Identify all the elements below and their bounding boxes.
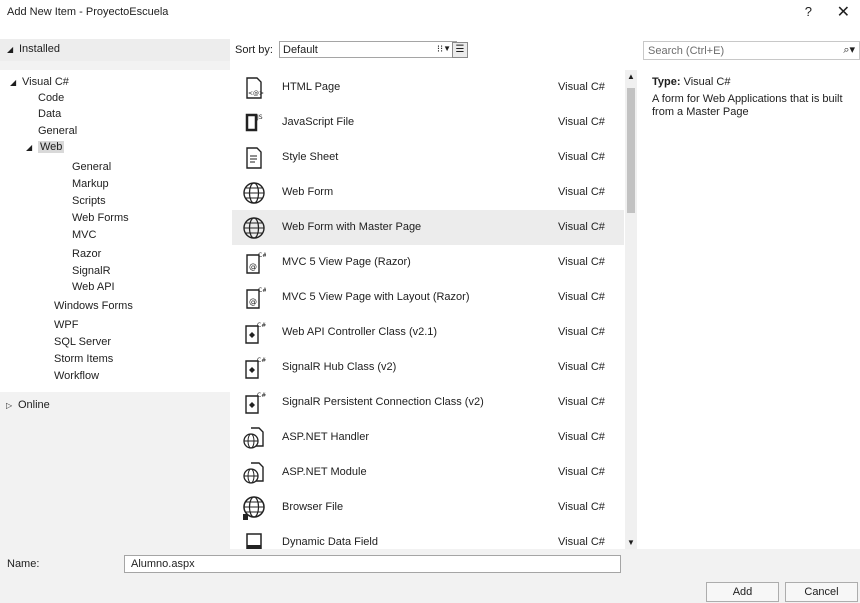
type-label: Type:	[652, 76, 681, 88]
list-view-button[interactable]: ☰	[452, 42, 468, 58]
tree-item-data[interactable]: Data	[38, 107, 61, 121]
search-input[interactable]: Search (Ctrl+E) ⌕▾	[643, 41, 860, 60]
name-input[interactable]: Alumno.aspx	[124, 555, 621, 573]
data-field-icon	[246, 533, 262, 549]
list-item[interactable]: Dynamic Data Field Visual C#	[232, 525, 624, 549]
list-item[interactable]: C# SignalR Hub Class (v2) Visual C#	[232, 350, 624, 385]
add-button[interactable]: Add	[706, 582, 779, 602]
list-item[interactable]: Browser File Visual C#	[232, 490, 624, 525]
window-title: Add New Item - ProyectoEscuela	[7, 6, 169, 18]
svg-text:JS: JS	[256, 114, 263, 121]
svg-text:C#: C#	[257, 392, 266, 399]
style-sheet-icon	[246, 147, 262, 169]
online-node[interactable]: ▷ Online	[6, 398, 50, 413]
tree-item-storm-items[interactable]: Storm Items	[54, 352, 113, 366]
sort-by-label: Sort by:	[235, 44, 273, 56]
html-page-icon: <@>	[246, 77, 264, 99]
browser-file-icon	[243, 496, 265, 520]
tree-item-web[interactable]: ◢ Web	[26, 140, 65, 155]
list-item-selected[interactable]: Web Form with Master Page Visual C#	[232, 210, 624, 245]
globe-icon	[243, 217, 265, 239]
cancel-button[interactable]: Cancel	[785, 582, 858, 602]
tree-item-web-api[interactable]: Web API	[72, 280, 115, 294]
razor-view-icon: @C#	[246, 287, 266, 309]
tree-item-code[interactable]: Code	[38, 91, 64, 105]
grid-view-icon: ⁝⁝	[436, 44, 444, 55]
svg-text:<@>: <@>	[248, 90, 264, 97]
tree-item-scripts[interactable]: Scripts	[72, 194, 106, 208]
list-item[interactable]: Style Sheet Visual C#	[232, 140, 624, 175]
scroll-down-arrow-icon[interactable]: ▼	[627, 538, 635, 547]
type-value: Visual C#	[683, 76, 731, 88]
tree-item-visual-csharp[interactable]: ◢ Visual C#	[10, 75, 69, 90]
tree-item-wpf[interactable]: WPF	[54, 318, 78, 332]
tree-item-web-forms[interactable]: Web Forms	[72, 211, 129, 225]
template-list: <@> HTML Page Visual C# JS JavaScript Fi…	[232, 70, 624, 549]
tree-item-mvc[interactable]: MVC	[72, 228, 96, 242]
javascript-file-icon: JS	[245, 113, 263, 132]
sort-by-select[interactable]: Default ▼	[279, 41, 457, 58]
tree-item-markup[interactable]: Markup	[72, 177, 109, 191]
globe-icon	[243, 182, 265, 204]
list-item[interactable]: C# SignalR Persistent Connection Class (…	[232, 385, 624, 420]
help-button[interactable]: ?	[805, 4, 812, 19]
sort-by-value: Default	[283, 44, 318, 56]
list-item[interactable]: ASP.NET Handler Visual C#	[232, 420, 624, 455]
svg-text:C#: C#	[258, 287, 266, 294]
globe-page-icon	[243, 462, 264, 484]
scroll-up-arrow-icon[interactable]: ▲	[627, 72, 635, 81]
small-icons-view-button[interactable]: ⁝⁝	[432, 42, 448, 58]
globe-page-icon	[243, 427, 264, 449]
svg-text:C#: C#	[257, 322, 266, 329]
csharp-class-icon: C#	[245, 322, 266, 344]
collapsed-triangle-icon: ▷	[6, 401, 13, 410]
expanded-triangle-icon: ◢	[10, 78, 17, 87]
scrollbar-thumb[interactable]	[627, 88, 635, 213]
template-list-scrollbar[interactable]: ▲ ▼	[625, 70, 637, 549]
search-icon[interactable]: ⌕▾	[843, 43, 855, 57]
tree-item-windows-forms[interactable]: Windows Forms	[54, 299, 133, 313]
tree-item-general[interactable]: General	[38, 124, 77, 138]
details-pane: Type: Visual C# A form for Web Applicati…	[652, 76, 857, 119]
tree-item-workflow[interactable]: Workflow	[54, 369, 99, 383]
csharp-class-icon: C#	[245, 392, 266, 414]
search-placeholder: Search (Ctrl+E)	[648, 45, 725, 57]
template-tree: ◢ Visual C# Code Data General ◢ Web Genera…	[0, 70, 230, 392]
csharp-class-icon: C#	[245, 357, 266, 379]
list-item[interactable]: Web Form Visual C#	[232, 175, 624, 210]
collapse-triangle-icon: ◢	[7, 45, 14, 54]
sort-bar: Sort by: Default ▼ ⁝⁝ ☰	[230, 39, 640, 61]
expanded-triangle-icon: ◢	[26, 143, 33, 152]
tree-item-razor[interactable]: Razor	[72, 247, 101, 261]
tree-item-signalr[interactable]: SignalR	[72, 264, 111, 278]
template-description: A form for Web Applications that is buil…	[652, 93, 843, 118]
svg-text:C#: C#	[257, 357, 266, 364]
close-button[interactable]: ✕	[837, 2, 850, 22]
list-item[interactable]: C# Web API Controller Class (v2.1) Visua…	[232, 315, 624, 350]
list-item[interactable]: @C# MVC 5 View Page (Razor) Visual C#	[232, 245, 624, 280]
installed-label: Installed	[19, 43, 60, 55]
list-view-icon: ☰	[455, 44, 465, 55]
installed-header[interactable]: ◢ Installed	[0, 39, 230, 61]
name-label: Name:	[7, 558, 40, 570]
type-line: Type: Visual C#	[652, 76, 857, 89]
tree-item-web-general[interactable]: General	[72, 160, 111, 174]
bottom-bar: Name: Alumno.aspx Add Cancel	[0, 549, 860, 603]
name-value: Alumno.aspx	[131, 558, 195, 570]
list-item[interactable]: ASP.NET Module Visual C#	[232, 455, 624, 490]
svg-text:C#: C#	[258, 252, 266, 259]
list-item[interactable]: @C# MVC 5 View Page with Layout (Razor) …	[232, 280, 624, 315]
list-item[interactable]: <@> HTML Page Visual C#	[232, 70, 624, 105]
svg-text:@: @	[249, 262, 257, 271]
tree-item-sql-server[interactable]: SQL Server	[54, 335, 111, 349]
title-bar: Add New Item - ProyectoEscuela ? ✕	[0, 0, 860, 26]
svg-text:@: @	[249, 297, 257, 306]
razor-view-icon: @C#	[246, 252, 266, 274]
list-item[interactable]: JS JavaScript File Visual C#	[232, 105, 624, 140]
